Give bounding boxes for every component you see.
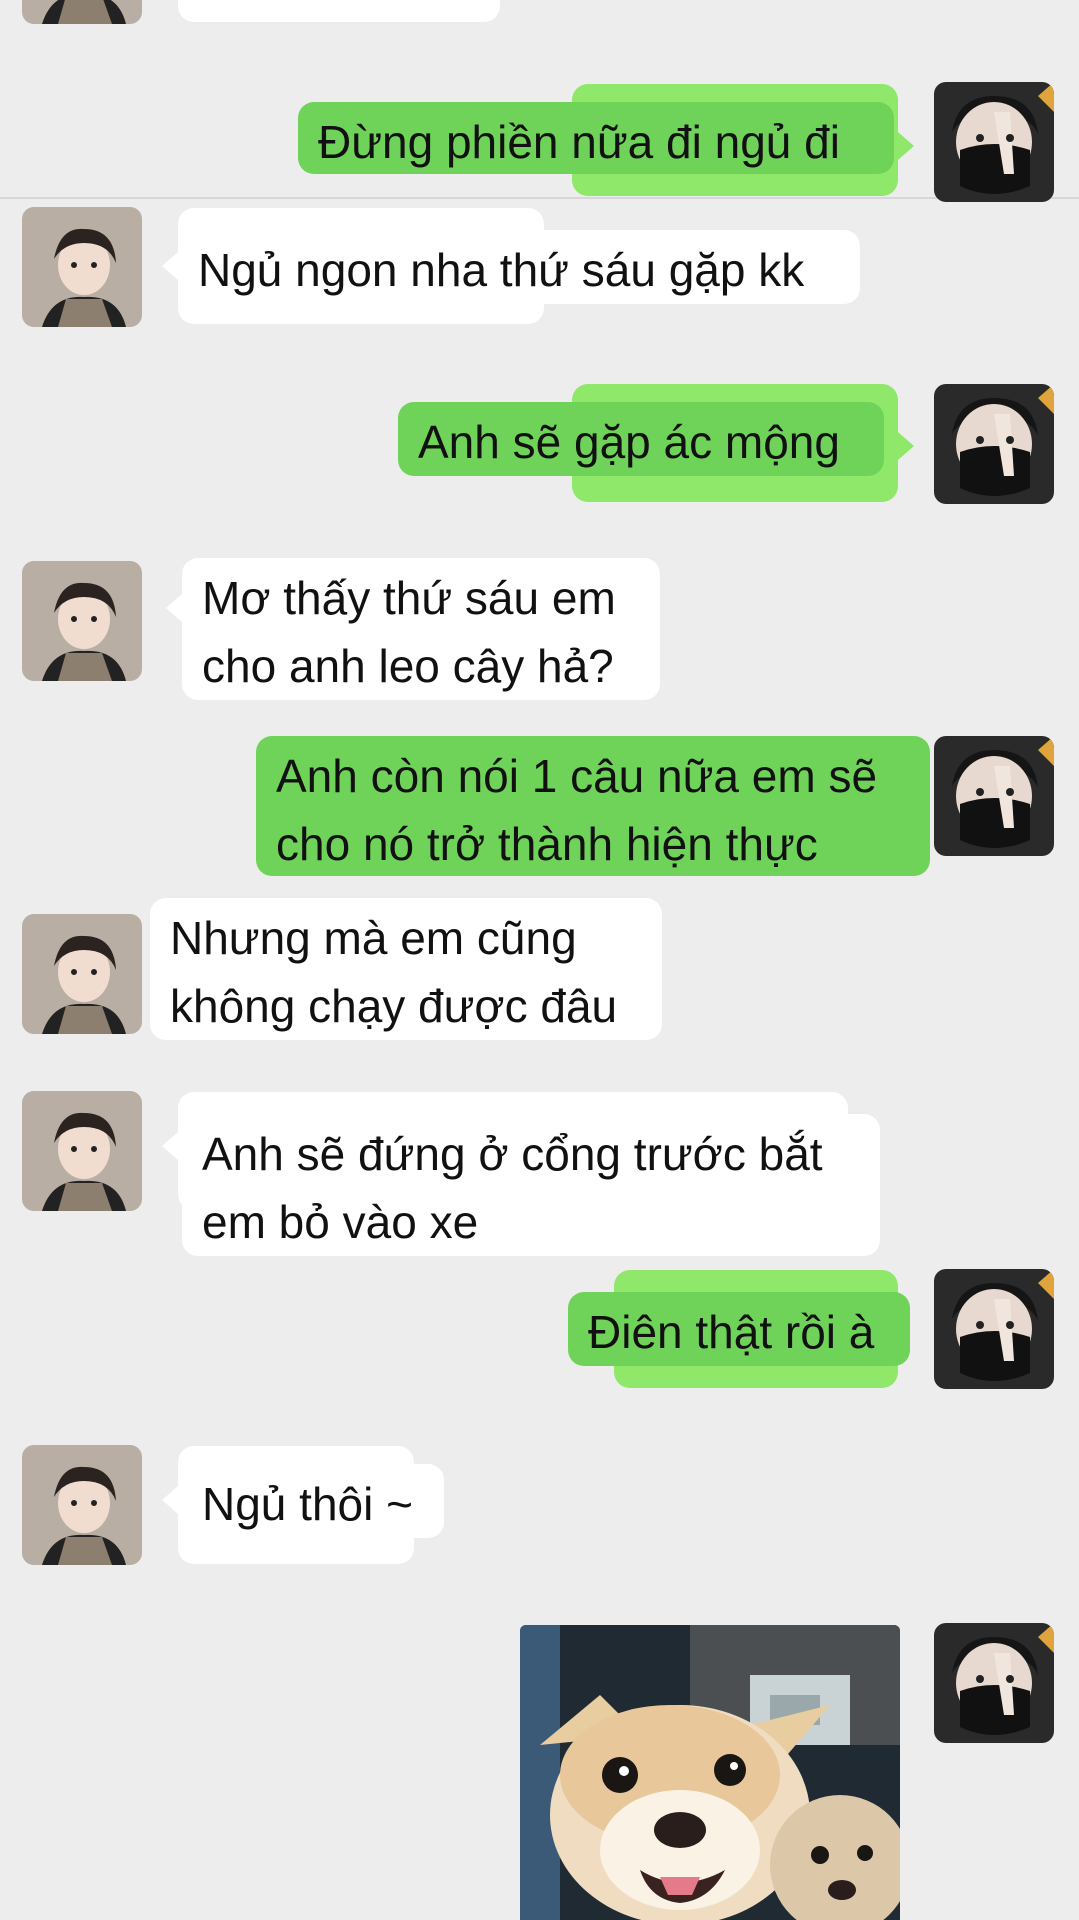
bubble-tail: [898, 432, 914, 460]
bubble-tail: [162, 252, 178, 280]
self-avatar[interactable]: [934, 82, 1054, 202]
person-icon: [22, 914, 142, 1034]
message-bubble-outgoing[interactable]: Đừng phiền nữa đi ngủ đi: [298, 102, 894, 174]
contact-avatar[interactable]: [22, 207, 142, 327]
self-avatar[interactable]: [934, 1623, 1054, 1743]
message-bubble-incoming[interactable]: Ngủ thôi ~: [182, 1464, 444, 1538]
message-bubble-outgoing[interactable]: Anh sẽ gặp ác mộng: [398, 402, 884, 476]
message-bubble-outgoing[interactable]: Anh còn nói 1 câu nữa em sẽ cho nó trở t…: [256, 736, 930, 876]
message-bubble-incoming[interactable]: Ngủ ngon nha thứ sáu gặp kk: [178, 230, 860, 304]
bubble-tail: [162, 1132, 178, 1160]
message-bubble-outgoing[interactable]: Điên thật rồi à: [568, 1292, 910, 1366]
bubble-tail: [162, 1486, 178, 1514]
masked-person-icon: [934, 82, 1054, 202]
contact-avatar[interactable]: [22, 1445, 142, 1565]
masked-person-icon: [934, 384, 1054, 504]
self-avatar[interactable]: [934, 1269, 1054, 1389]
contact-avatar[interactable]: [22, 561, 142, 681]
chihuahua-photo-icon: [520, 1625, 900, 1920]
self-avatar[interactable]: [934, 384, 1054, 504]
contact-avatar[interactable]: [22, 1091, 142, 1211]
message-bubble-incoming[interactable]: [178, 0, 500, 22]
person-icon: [22, 561, 142, 681]
contact-avatar[interactable]: [22, 0, 142, 24]
message-bubble-incoming[interactable]: Anh sẽ đứng ở cổng trước bắt em bỏ vào x…: [182, 1114, 880, 1256]
person-icon: [22, 207, 142, 327]
divider: [0, 197, 1079, 199]
image-message[interactable]: [520, 1625, 900, 1920]
contact-avatar[interactable]: [22, 914, 142, 1034]
message-bubble-incoming[interactable]: Nhưng mà em cũng không chạy được đâu: [150, 898, 662, 1040]
bubble-tail: [898, 132, 914, 160]
chat-conversation: Đừng phiền nữa đi ngủ đi Ngủ ngon nha th…: [0, 0, 1079, 1920]
message-bubble-incoming[interactable]: Mơ thấy thứ sáu em cho anh leo cây hả?: [182, 558, 660, 700]
masked-person-icon: [934, 736, 1054, 856]
masked-person-icon: [934, 1269, 1054, 1389]
self-avatar[interactable]: [934, 736, 1054, 856]
bubble-tail: [166, 594, 182, 622]
masked-person-icon: [934, 1623, 1054, 1743]
person-icon: [22, 1445, 142, 1565]
person-icon: [22, 1091, 142, 1211]
person-icon: [22, 0, 142, 24]
